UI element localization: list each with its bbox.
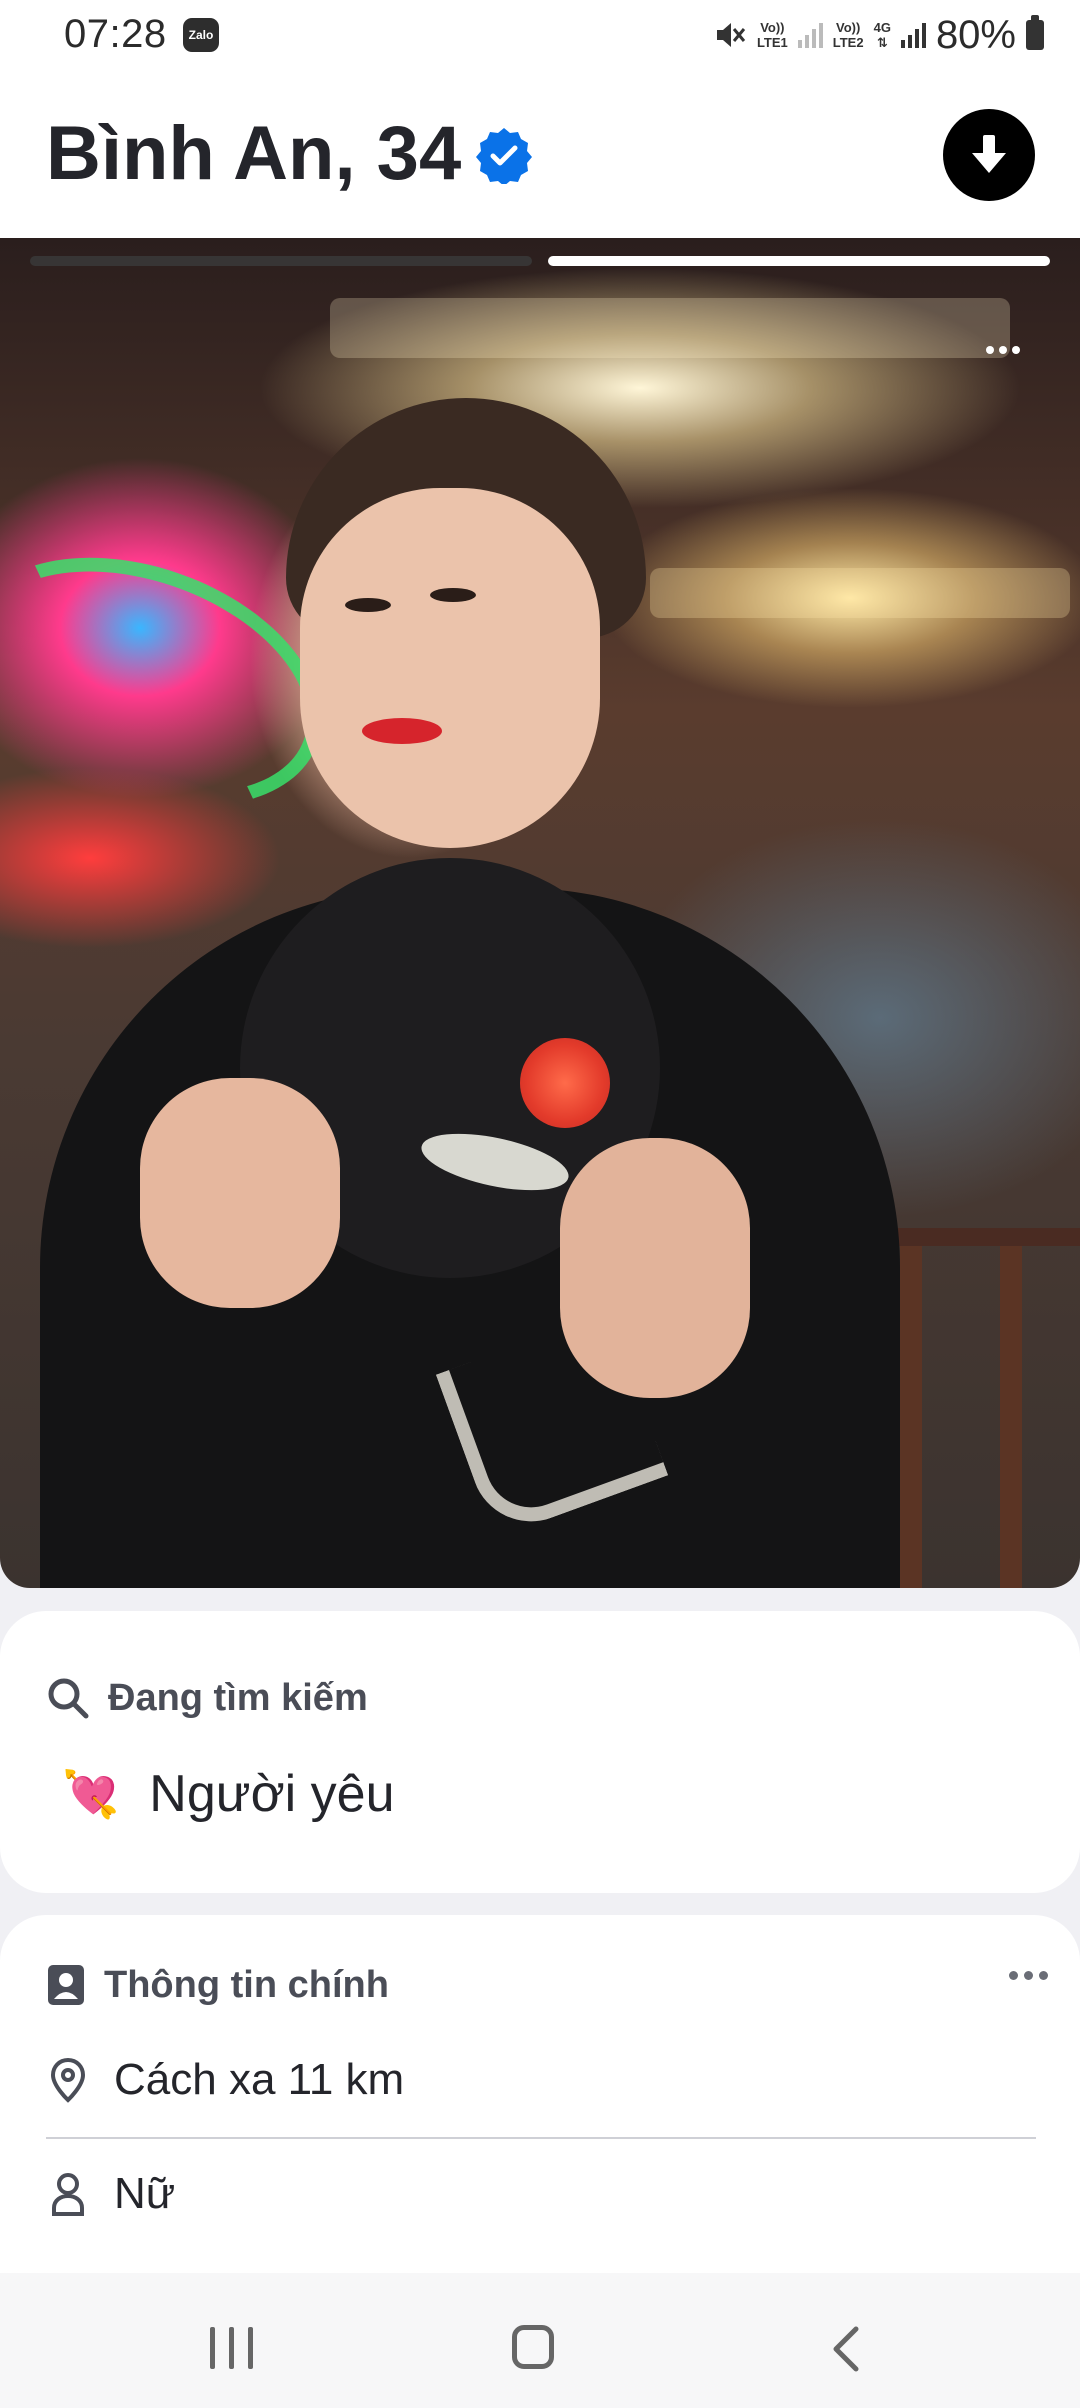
looking-for-header: Đang tìm kiếm — [46, 1676, 368, 1720]
sim2-lte-label: Vo)) LTE2 — [832, 20, 864, 50]
system-navigation-bar — [0, 2273, 1080, 2408]
profile-photo[interactable] — [0, 238, 1080, 1588]
arrow-down-icon — [972, 135, 1006, 173]
signal-icon — [900, 22, 926, 48]
person-icon — [52, 2173, 84, 2216]
distance-text: Cách xa 11 km — [114, 2055, 405, 2104]
status-indicators: Vo)) LTE1 Vo)) LTE2 4G ⇅ 80% — [713, 10, 1044, 60]
battery-icon — [1026, 15, 1044, 50]
gender-row: Nữ — [46, 2169, 175, 2219]
id-card-icon — [48, 1965, 84, 2005]
network-type-label: 4G ⇅ — [873, 20, 891, 50]
distance-row: Cách xa 11 km — [46, 2055, 404, 2105]
divider — [46, 2137, 1036, 2139]
scroll-down-button[interactable] — [943, 109, 1035, 201]
location-pin-icon — [50, 2057, 86, 2103]
photo-progress-segment-2 — [548, 256, 1050, 266]
back-button[interactable] — [822, 2323, 870, 2375]
profile-name-age: Bình An, 34 — [46, 111, 462, 196]
battery-percent: 80% — [935, 12, 1016, 57]
gender-text: Nữ — [114, 2169, 176, 2218]
looking-for-label: Đang tìm kiếm — [108, 1676, 368, 1719]
status-bar: 07:28 Zalo Vo)) LTE1 Vo)) LTE2 4G ⇅ 80% — [0, 0, 1080, 70]
verified-badge-icon — [476, 128, 532, 184]
home-button[interactable] — [512, 2325, 554, 2369]
main-info-label: Thông tin chính — [104, 1963, 389, 2006]
main-info-card: Thông tin chính Cách xa 11 km Nữ — [0, 1915, 1080, 2273]
looking-for-card: Đang tìm kiếm 💘 Người yêu — [0, 1611, 1080, 1893]
recent-apps-button[interactable] — [210, 2327, 253, 2369]
looking-for-value: Người yêu — [149, 1765, 395, 1823]
profile-header: Bình An, 34 — [0, 70, 1080, 238]
signal-icon — [797, 22, 823, 48]
photo-more-options-icon[interactable] — [986, 346, 1020, 354]
zalo-notification-icon: Zalo — [183, 18, 219, 52]
search-icon — [48, 1678, 89, 1719]
sim1-lte-label: Vo)) LTE1 — [756, 20, 788, 50]
mute-icon — [716, 23, 746, 47]
looking-for-value-row: 💘 Người yêu — [62, 1764, 395, 1824]
photo-progress-segment-1 — [30, 256, 532, 266]
heart-arrow-icon: 💘 — [62, 1767, 120, 1820]
more-options-icon[interactable] — [1009, 1971, 1048, 1980]
clock: 07:28 — [64, 12, 167, 56]
main-info-header: Thông tin chính — [46, 1963, 389, 2007]
